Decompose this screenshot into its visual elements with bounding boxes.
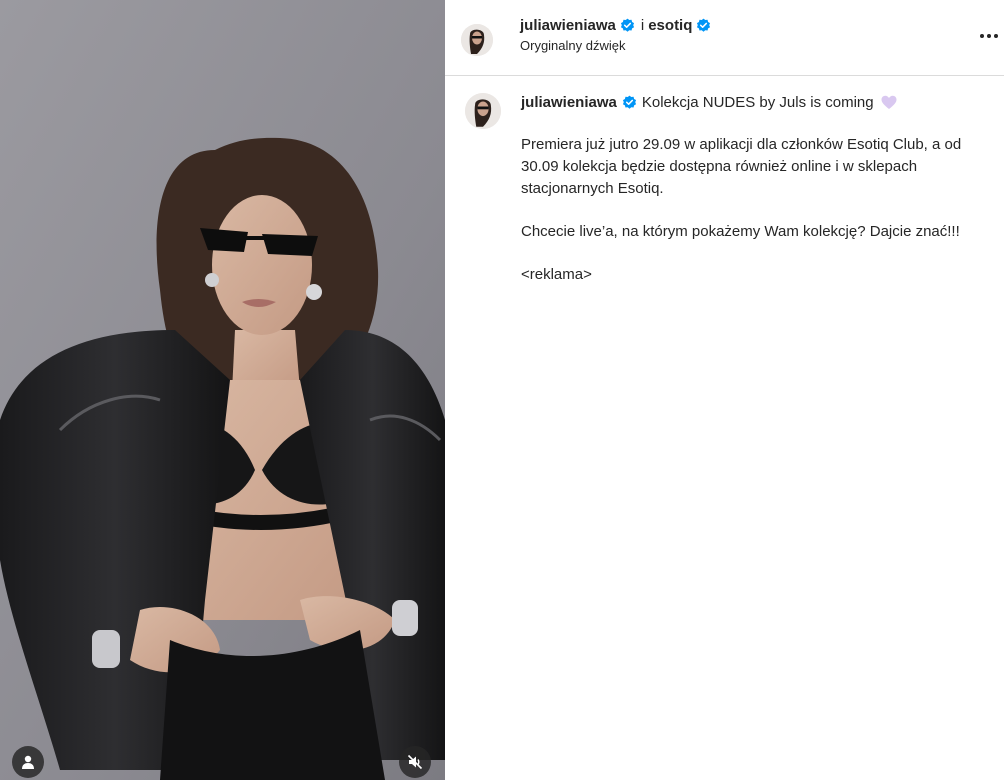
caption-paragraph: Premiera już jutro 29.09 w aplikacji dla…	[521, 136, 962, 197]
author-avatar[interactable]	[461, 24, 493, 56]
post-authors: juliawieniawa i esotiq	[520, 14, 711, 36]
caption-body: Premiera już jutro 29.09 w aplikacji dla…	[521, 134, 991, 307]
coauthor-username[interactable]: esotiq	[648, 17, 692, 34]
post-side-panel: juliawieniawa i esotiq Oryginalny dźwięk	[445, 0, 1004, 780]
caption-paragraph: Chcecie live’a, na którym pokażemy Wam k…	[521, 223, 960, 240]
author-username[interactable]: juliawieniawa	[520, 17, 616, 34]
caption-author-avatar[interactable]	[465, 93, 501, 129]
speaker-muted-icon	[407, 754, 423, 770]
more-options-icon	[980, 34, 984, 38]
mute-toggle-button[interactable]	[399, 746, 431, 778]
user-tag-icon	[20, 754, 36, 770]
post-photo	[0, 0, 445, 780]
caption-ad-label: <reklama>	[521, 266, 592, 283]
caption-author-username[interactable]: juliawieniawa	[521, 94, 617, 111]
caption-first-line: juliawieniawa Kolekcja NUDES by Juls is …	[521, 94, 897, 111]
light-purple-heart-icon	[881, 95, 897, 110]
caption-title: Kolekcja NUDES by Juls is coming	[641, 94, 874, 111]
tagged-users-button[interactable]	[12, 746, 44, 778]
post-media[interactable]	[0, 0, 445, 780]
verified-badge-icon	[622, 95, 637, 110]
verified-badge-icon	[620, 18, 635, 33]
post-header: juliawieniawa i esotiq Oryginalny dźwięk	[445, 0, 1004, 76]
verified-badge-icon	[696, 18, 711, 33]
more-options-button[interactable]	[975, 24, 1003, 48]
coauthor-joiner: i	[640, 16, 645, 34]
audio-attribution-link[interactable]: Oryginalny dźwięk	[520, 38, 626, 53]
